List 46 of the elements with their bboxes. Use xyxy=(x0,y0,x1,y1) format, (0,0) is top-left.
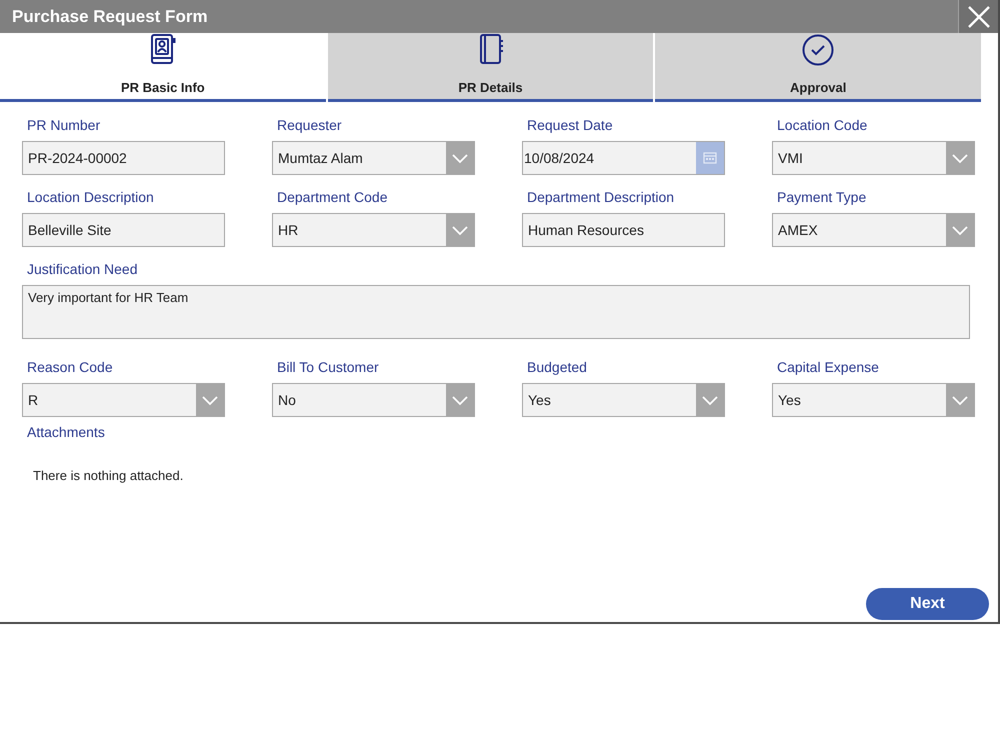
field-label: Capital Expense xyxy=(776,358,879,377)
chevron-down-icon[interactable] xyxy=(196,384,224,416)
chevron-down-icon[interactable] xyxy=(946,214,974,246)
window-title: Purchase Request Form xyxy=(11,6,208,26)
tab[interactable]: PR Details xyxy=(328,33,654,102)
text-field[interactable]: PR-2024-00002 xyxy=(22,141,225,175)
attachments-message: There is nothing attached. xyxy=(32,468,184,483)
tab[interactable]: PR Basic Info xyxy=(0,33,326,102)
field-label: Payment Type xyxy=(776,188,866,207)
field-label: Department Description xyxy=(526,188,674,207)
check-circle-icon xyxy=(802,34,834,66)
close-icon xyxy=(966,4,990,28)
next-button[interactable]: Next xyxy=(866,588,989,620)
chevron-down-icon[interactable] xyxy=(946,384,974,416)
close-button[interactable] xyxy=(958,0,998,33)
field-label: Department Code xyxy=(276,188,388,207)
field-label: Request Date xyxy=(526,116,613,135)
field-label: Requester xyxy=(276,116,342,135)
dropdown[interactable]: HR xyxy=(272,213,475,247)
chevron-down-icon[interactable] xyxy=(696,384,724,416)
tab[interactable]: Approval xyxy=(655,33,982,102)
field-label: Bill To Customer xyxy=(276,358,379,377)
field-label: Reason Code xyxy=(26,358,113,377)
dropdown[interactable]: VMI xyxy=(772,141,975,175)
field-label: Location Code xyxy=(776,116,868,135)
chevron-down-icon[interactable] xyxy=(946,142,974,174)
dropdown[interactable]: R xyxy=(22,383,225,417)
text-area[interactable]: Very important for HR Team xyxy=(22,285,970,339)
text-field[interactable]: Belleville Site xyxy=(22,213,225,247)
calendar-icon[interactable] xyxy=(696,142,724,174)
field-label: Budgeted xyxy=(526,358,587,377)
field-label: Justification Need xyxy=(26,260,138,279)
dropdown[interactable]: No xyxy=(272,383,475,417)
dropdown[interactable]: Yes xyxy=(772,383,975,417)
dropdown[interactable]: AMEX xyxy=(772,213,975,247)
chevron-down-icon[interactable] xyxy=(446,142,474,174)
field-label: Attachments xyxy=(26,423,105,442)
text-field[interactable]: Human Resources xyxy=(522,213,725,247)
chevron-down-icon[interactable] xyxy=(446,384,474,416)
field-label: PR Number xyxy=(26,116,100,135)
dropdown[interactable]: Yes xyxy=(522,383,725,417)
date-field[interactable]: 10/08/2024 xyxy=(522,141,725,175)
field-label: Location Description xyxy=(26,188,154,207)
chevron-down-icon[interactable] xyxy=(446,214,474,246)
dropdown[interactable]: Mumtaz Alam xyxy=(272,141,475,175)
contact-book-icon xyxy=(148,34,177,64)
